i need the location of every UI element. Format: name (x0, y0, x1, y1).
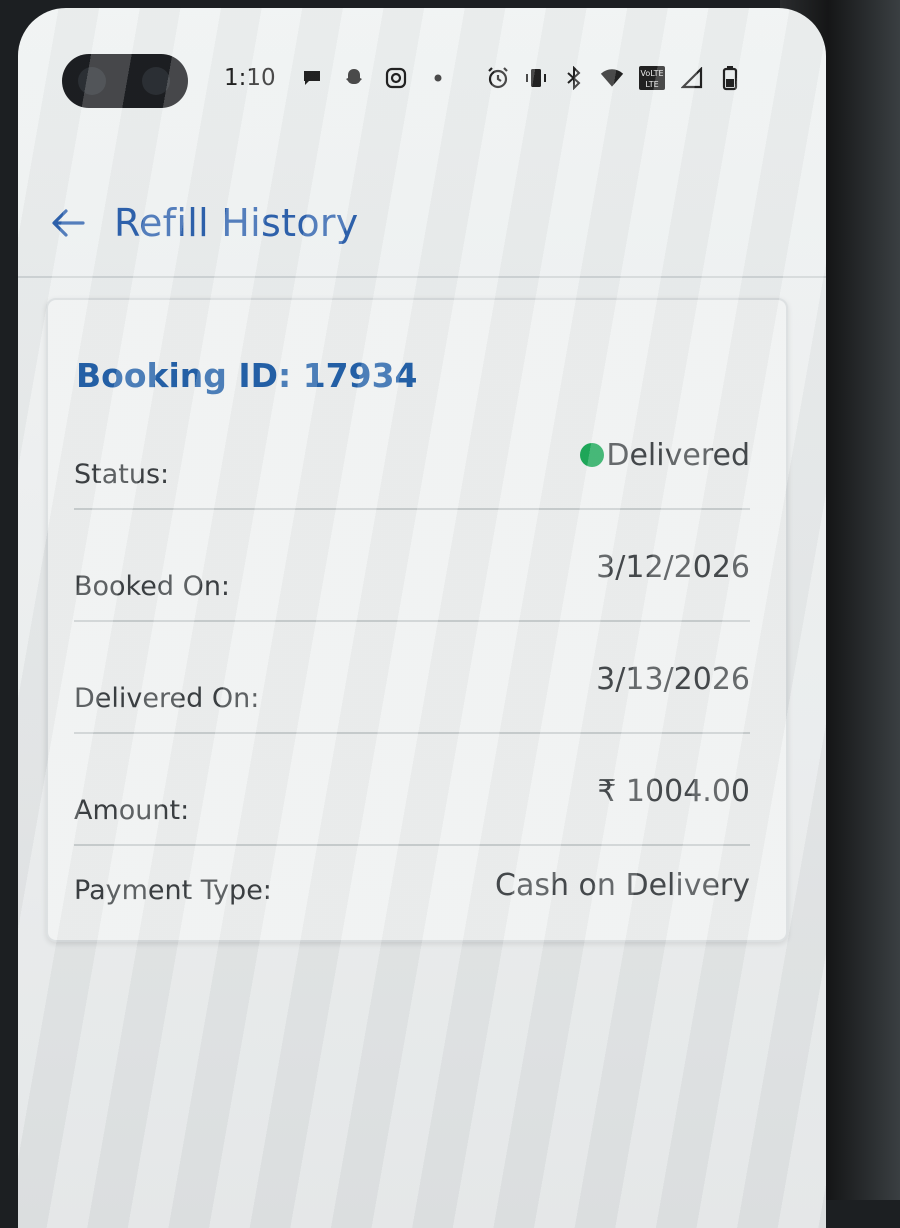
status-bar: 1:10 VoLTE LTE (224, 60, 742, 96)
status-value: Delivered (606, 438, 750, 473)
signal-icon (680, 66, 704, 90)
booking-id: Booking ID: 17934 (76, 356, 418, 395)
status-dot-icon (580, 443, 605, 467)
status-time: 1:10 (224, 65, 276, 91)
volte-label: VoLTE (640, 69, 663, 78)
dot-icon (426, 66, 450, 90)
delivered-on-row: Delivered On: 3/13/2026 (74, 648, 750, 734)
booking-card[interactable]: Booking ID: 17934 Status: Delivered Book… (46, 298, 788, 942)
volte-icon: VoLTE LTE (638, 66, 666, 90)
snapchat-icon (342, 66, 366, 90)
instagram-icon (384, 66, 408, 90)
page-title: Refill History (114, 201, 359, 245)
arrow-left-icon[interactable] (48, 203, 88, 243)
payment-type-row: Payment Type: Cash on Delivery (74, 860, 750, 920)
bluetooth-icon (562, 66, 586, 90)
amount-label: Amount: (74, 795, 190, 826)
vibrate-icon (524, 66, 548, 90)
front-camera (62, 54, 188, 108)
amount-row: Amount: ₹ 1004.00 (74, 760, 750, 846)
alarm-icon (486, 66, 510, 90)
amount-value: ₹ 1004.00 (597, 774, 750, 809)
app-header: Refill History (48, 188, 808, 258)
delivered-on-value: 3/13/2026 (596, 662, 750, 697)
wifi-icon (600, 66, 624, 90)
svg-text:LTE: LTE (645, 80, 658, 89)
message-icon (300, 66, 324, 90)
delivered-on-label: Delivered On: (74, 683, 260, 714)
payment-type-value: Cash on Delivery (495, 868, 750, 903)
booked-on-value: 3/12/2026 (596, 550, 750, 585)
status-row: Status: Delivered (74, 424, 750, 510)
phone-screen: 1:10 VoLTE LTE Refill History Booking ID… (18, 8, 826, 1228)
payment-type-label: Payment Type: (74, 875, 272, 906)
status-label: Status: (74, 459, 170, 490)
status-value-wrap: Delivered (580, 438, 750, 473)
booked-on-row: Booked On: 3/12/2026 (74, 536, 750, 622)
status-icons-right: VoLTE LTE (486, 66, 742, 91)
header-divider (18, 276, 826, 278)
booked-on-label: Booked On: (74, 571, 231, 602)
battery-icon (718, 66, 742, 91)
